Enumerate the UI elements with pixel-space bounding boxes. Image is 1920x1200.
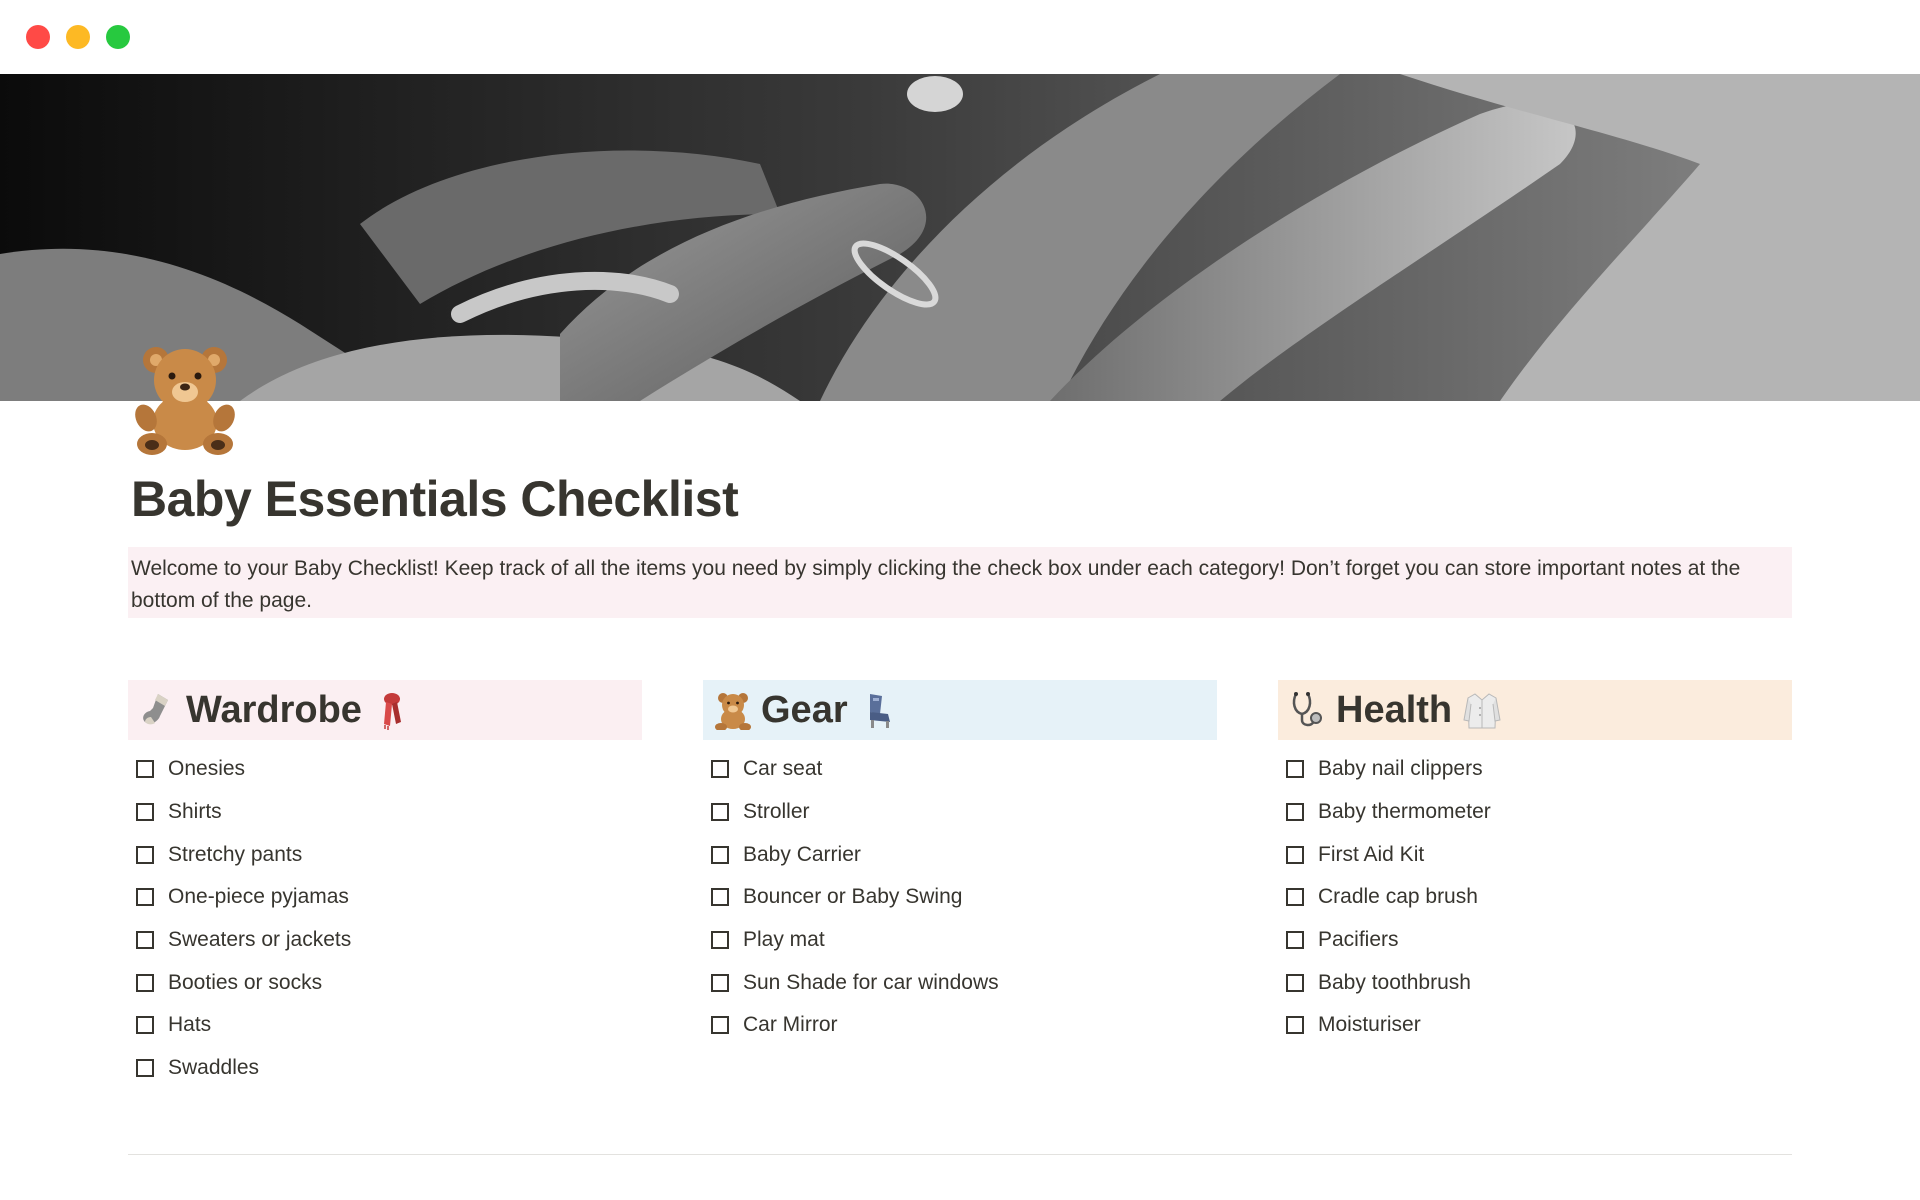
minimize-window-button[interactable]	[66, 25, 90, 49]
list-item: Hats	[128, 1004, 642, 1047]
list-item: Shirts	[128, 791, 642, 834]
checkbox[interactable]	[711, 845, 729, 864]
list-item: Pacifiers	[1278, 919, 1792, 962]
wardrobe-column: Wardrobe Onesies Shirts Stretchy pants O…	[128, 680, 642, 1090]
list-item: Swaddles	[128, 1047, 642, 1090]
list-item: Baby Carrier	[703, 833, 1217, 876]
item-label[interactable]: Hats	[168, 1013, 211, 1037]
cover-hands-illustration	[0, 74, 1920, 401]
item-label[interactable]: Shirts	[168, 800, 222, 824]
zoom-window-button[interactable]	[106, 25, 130, 49]
stethoscope-icon	[1288, 690, 1328, 730]
checkbox[interactable]	[136, 973, 154, 992]
checkbox[interactable]	[136, 888, 154, 907]
list-item: Cradle cap brush	[1278, 876, 1792, 919]
checkbox[interactable]	[136, 845, 154, 864]
app-window: Baby Essentials Checklist Welcome to you…	[0, 0, 1920, 1200]
list-item: Play mat	[703, 919, 1217, 962]
list-item: Sweaters or jackets	[128, 919, 642, 962]
list-item: Car Mirror	[703, 1004, 1217, 1047]
checkbox[interactable]	[711, 803, 729, 822]
item-label[interactable]: Swaddles	[168, 1056, 259, 1080]
divider	[128, 1154, 1792, 1155]
checkbox[interactable]	[711, 973, 729, 992]
gear-column: Gear Car seat Stroller Baby Carrier Boun…	[703, 680, 1217, 1047]
checklist-columns: Wardrobe Onesies Shirts Stretchy pants O…	[128, 680, 1792, 1100]
wardrobe-header[interactable]: Wardrobe	[128, 680, 642, 740]
title-bar	[0, 0, 1920, 74]
health-list: Baby nail clippers Baby thermometer Firs…	[1278, 748, 1792, 1047]
scarf-icon	[372, 690, 412, 730]
item-label[interactable]: One-piece pyjamas	[168, 885, 349, 909]
item-label[interactable]: Onesies	[168, 757, 245, 781]
checkbox[interactable]	[1286, 1016, 1304, 1035]
item-label[interactable]: Stroller	[743, 800, 810, 824]
list-item: Sun Shade for car windows	[703, 961, 1217, 1004]
welcome-callout[interactable]: Welcome to your Baby Checklist! Keep tra…	[128, 547, 1792, 618]
item-label[interactable]: Baby Carrier	[743, 843, 861, 867]
checkbox[interactable]	[136, 1016, 154, 1035]
teddy-bear-icon[interactable]	[130, 340, 240, 455]
item-label[interactable]: Moisturiser	[1318, 1013, 1421, 1037]
checkbox[interactable]	[1286, 888, 1304, 907]
page-title[interactable]: Baby Essentials Checklist	[131, 470, 739, 528]
item-label[interactable]: Cradle cap brush	[1318, 885, 1478, 909]
checkbox[interactable]	[1286, 803, 1304, 822]
checkbox[interactable]	[1286, 973, 1304, 992]
item-label[interactable]: Car seat	[743, 757, 822, 781]
item-label[interactable]: Sweaters or jackets	[168, 928, 351, 952]
list-item: Baby nail clippers	[1278, 748, 1792, 791]
health-column: Health Baby nail clippers Baby thermomet…	[1278, 680, 1792, 1047]
checkbox[interactable]	[711, 760, 729, 779]
checkbox[interactable]	[136, 931, 154, 950]
gear-header[interactable]: Gear	[703, 680, 1217, 740]
list-item: Stroller	[703, 791, 1217, 834]
item-label[interactable]: Stretchy pants	[168, 843, 302, 867]
list-item: Onesies	[128, 748, 642, 791]
checkbox[interactable]	[711, 1016, 729, 1035]
lab-coat-icon	[1462, 690, 1502, 730]
gear-title: Gear	[761, 688, 848, 731]
checkbox[interactable]	[1286, 760, 1304, 779]
item-label[interactable]: Bouncer or Baby Swing	[743, 885, 962, 909]
list-item: Baby toothbrush	[1278, 961, 1792, 1004]
item-label[interactable]: Play mat	[743, 928, 825, 952]
item-label[interactable]: Pacifiers	[1318, 928, 1399, 952]
item-label[interactable]: Car Mirror	[743, 1013, 838, 1037]
list-item: Bouncer or Baby Swing	[703, 876, 1217, 919]
list-item: Moisturiser	[1278, 1004, 1792, 1047]
list-item: Stretchy pants	[128, 833, 642, 876]
list-item: One-piece pyjamas	[128, 876, 642, 919]
item-label[interactable]: Booties or socks	[168, 971, 322, 995]
seat-icon	[858, 690, 898, 730]
checkbox[interactable]	[136, 760, 154, 779]
checkbox[interactable]	[136, 1059, 154, 1078]
cover-image	[0, 74, 1920, 401]
item-label[interactable]: Baby toothbrush	[1318, 971, 1471, 995]
wardrobe-title: Wardrobe	[186, 688, 362, 731]
gear-list: Car seat Stroller Baby Carrier Bouncer o…	[703, 748, 1217, 1047]
item-label[interactable]: Sun Shade for car windows	[743, 971, 999, 995]
wardrobe-list: Onesies Shirts Stretchy pants One-piece …	[128, 748, 642, 1090]
health-header[interactable]: Health	[1278, 680, 1792, 740]
item-label[interactable]: First Aid Kit	[1318, 843, 1424, 867]
checkbox[interactable]	[711, 888, 729, 907]
teddy-bear-icon	[713, 690, 753, 731]
item-label[interactable]: Baby nail clippers	[1318, 757, 1483, 781]
list-item: Booties or socks	[128, 961, 642, 1004]
close-window-button[interactable]	[26, 25, 50, 49]
list-item: Baby thermometer	[1278, 791, 1792, 834]
sock-icon	[138, 690, 178, 730]
checkbox[interactable]	[1286, 845, 1304, 864]
checkbox[interactable]	[1286, 931, 1304, 950]
item-label[interactable]: Baby thermometer	[1318, 800, 1491, 824]
list-item: First Aid Kit	[1278, 833, 1792, 876]
checkbox[interactable]	[711, 931, 729, 950]
checkbox[interactable]	[136, 803, 154, 822]
list-item: Car seat	[703, 748, 1217, 791]
health-title: Health	[1336, 688, 1453, 731]
